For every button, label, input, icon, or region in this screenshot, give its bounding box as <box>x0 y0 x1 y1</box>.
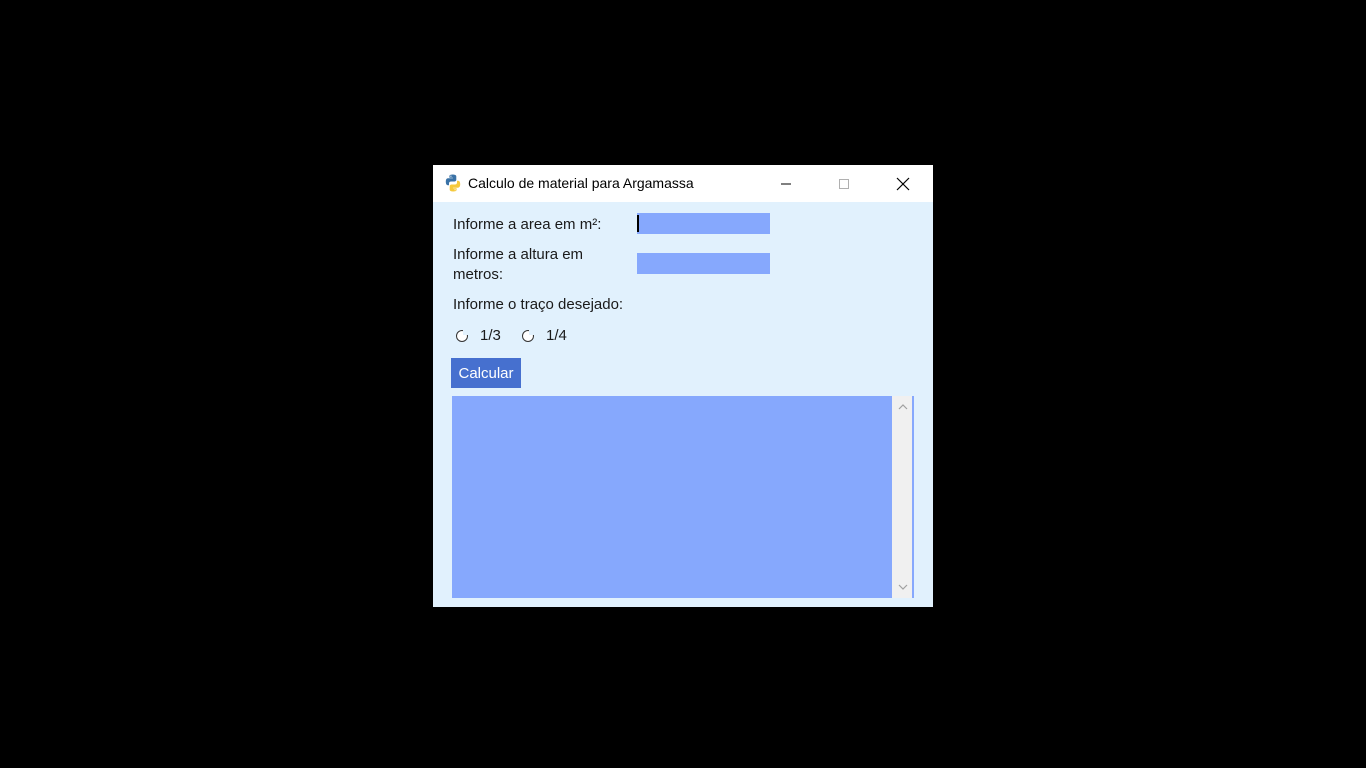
radio-button-icon[interactable] <box>456 328 469 342</box>
minimize-button[interactable] <box>763 165 809 202</box>
title-bar[interactable]: Calculo de material para Argamassa <box>433 165 933 202</box>
python-icon <box>445 174 461 192</box>
radio-label-1-4: 1/4 <box>546 327 567 344</box>
radio-button-icon[interactable] <box>522 328 535 342</box>
radio-option-1-4[interactable]: 1/4 <box>522 327 567 344</box>
radio-option-1-3[interactable]: 1/3 <box>456 327 501 344</box>
radio-label-1-3: 1/3 <box>480 327 501 344</box>
calculate-button[interactable]: Calcular <box>451 358 521 388</box>
area-input[interactable] <box>637 213 770 234</box>
result-text-area[interactable] <box>452 396 892 598</box>
close-icon <box>896 177 910 190</box>
area-label: Informe a area em m²: <box>453 216 602 233</box>
scroll-down-button[interactable] <box>895 579 911 595</box>
minimize-icon <box>781 183 791 184</box>
height-input[interactable] <box>637 253 770 274</box>
app-window: Calculo de material para Argamassa Infor… <box>433 165 933 607</box>
maximize-button[interactable] <box>821 165 867 202</box>
vertical-scrollbar[interactable] <box>892 396 914 598</box>
window-title: Calculo de material para Argamassa <box>468 175 694 191</box>
trace-label: Informe o traço desejado: <box>453 296 624 313</box>
chevron-up-icon <box>898 404 908 410</box>
height-label-line1: Informe a altura em <box>453 246 584 263</box>
maximize-icon <box>839 178 849 189</box>
text-cursor <box>637 215 639 232</box>
chevron-down-icon <box>898 584 908 590</box>
height-label-line2: metros: <box>453 266 504 283</box>
scroll-up-button[interactable] <box>895 399 911 415</box>
close-button[interactable] <box>880 165 926 202</box>
